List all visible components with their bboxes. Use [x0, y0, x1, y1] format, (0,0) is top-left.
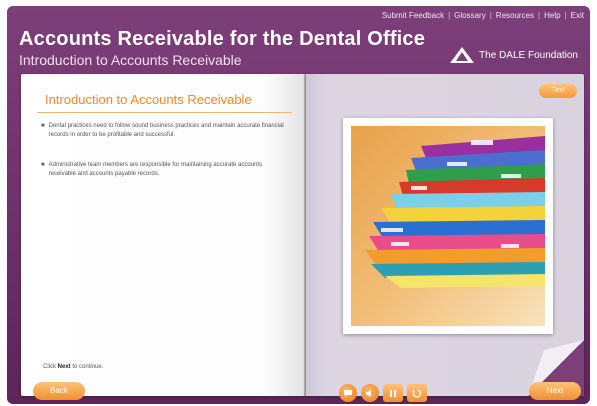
nav-separator: |	[448, 11, 451, 20]
nav-help[interactable]: Help	[544, 11, 560, 20]
nav-separator: |	[489, 11, 492, 20]
pause-icon[interactable]	[383, 384, 403, 402]
file-folders-photo	[351, 126, 545, 326]
bullet-text: Dental practices need to follow sound bu…	[48, 123, 284, 138]
nav-glossary[interactable]: Glossary	[454, 11, 486, 20]
course-title: Accounts Receivable for the Dental Offic…	[19, 28, 426, 50]
logo-text: The DALE Foundation	[479, 49, 578, 61]
nav-submit-feedback[interactable]: Submit Feedback	[382, 11, 444, 20]
hint-prefix: Click	[43, 364, 56, 370]
nav-separator: |	[564, 11, 567, 20]
left-page: Introduction to Accounts Receivable ■ De…	[21, 74, 306, 396]
transcript-button[interactable]: Text	[539, 84, 577, 98]
course-window: Submit Feedback | Glossary | Resources |…	[7, 6, 590, 404]
bullet-item: ■ Dental practices need to follow sound …	[41, 122, 286, 140]
nav-exit[interactable]: Exit	[571, 11, 584, 20]
continue-hint: Click Next to continue.	[43, 364, 103, 370]
hint-bold: Next	[57, 364, 71, 370]
bullet-item: ■ Administrative team members are respon…	[41, 161, 286, 179]
book: Introduction to Accounts Receivable ■ De…	[21, 74, 584, 402]
back-button[interactable]: Back	[33, 382, 85, 400]
triangle-logo-icon	[450, 47, 475, 63]
bullet-dot-icon: ■	[41, 123, 45, 129]
media-controls	[339, 384, 427, 402]
course-subtitle: Introduction to Accounts Receivable	[19, 52, 242, 68]
nav-resources[interactable]: Resources	[496, 11, 534, 20]
next-button[interactable]: Next	[529, 382, 581, 400]
bullet-dot-icon: ■	[41, 162, 45, 168]
right-page: Text	[306, 74, 584, 396]
foundation-logo: The DALE Foundation	[449, 46, 578, 64]
section-divider	[37, 112, 292, 113]
nav-separator: |	[538, 11, 541, 20]
bullet-text: Administrative team members are responsi…	[48, 162, 263, 177]
photo-frame	[343, 118, 553, 334]
audio-icon[interactable]	[361, 384, 379, 402]
hint-suffix: to continue.	[72, 364, 104, 370]
section-title: Introduction to Accounts Receivable	[45, 92, 252, 107]
replay-icon[interactable]	[407, 384, 427, 402]
chat-icon[interactable]	[339, 384, 357, 402]
top-nav: Submit Feedback | Glossary | Resources |…	[382, 11, 584, 20]
